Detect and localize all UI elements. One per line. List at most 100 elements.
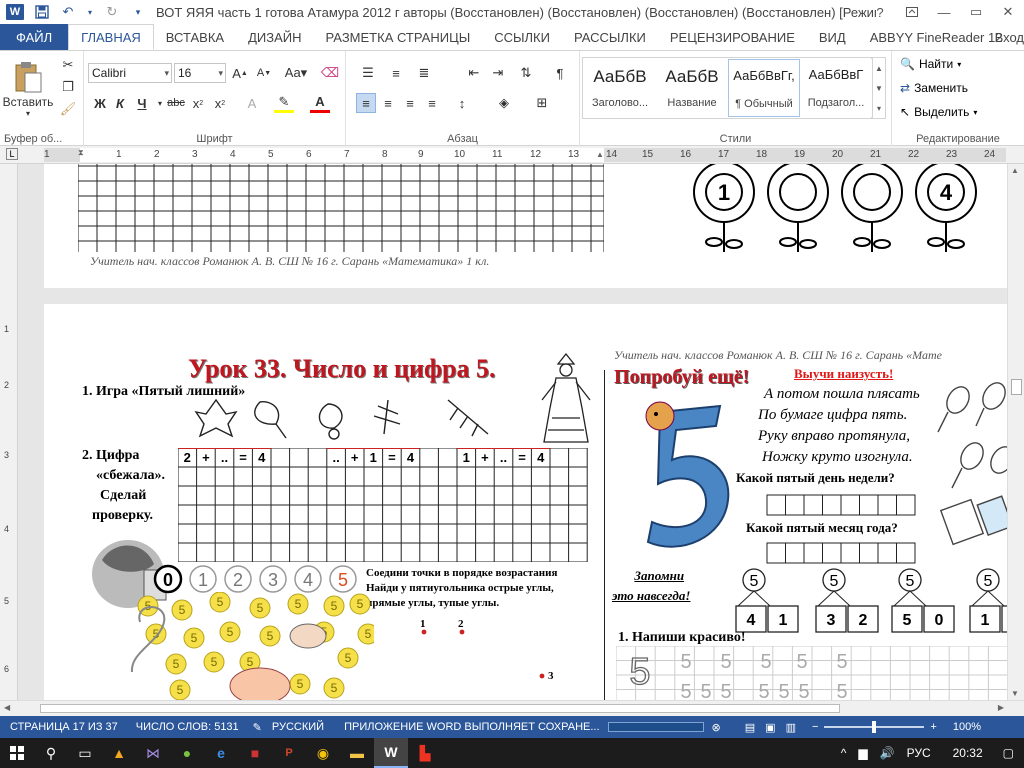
select-button[interactable]: ↖ Выделить ▾ bbox=[900, 105, 977, 119]
document-area[interactable]: Учитель нач. классов Романюк А. В. СШ № … bbox=[18, 164, 1008, 700]
tab-review[interactable]: РЕЦЕНЗИРОВАНИЕ bbox=[658, 24, 807, 50]
hscroll-thumb[interactable] bbox=[40, 704, 840, 713]
proofing-icon[interactable]: ✎ bbox=[253, 721, 262, 734]
scroll-thumb[interactable] bbox=[1011, 379, 1022, 395]
edge-icon[interactable]: e bbox=[204, 738, 238, 768]
italic-icon[interactable]: К bbox=[110, 93, 130, 113]
chrome-icon[interactable]: ◉ bbox=[306, 738, 340, 768]
action-center-icon[interactable]: ▢ bbox=[1003, 746, 1014, 760]
tab-insert[interactable]: ВСТАВКА bbox=[154, 24, 236, 50]
shading-icon[interactable]: ◈ bbox=[494, 93, 514, 113]
tab-selector-icon[interactable]: L bbox=[6, 148, 18, 160]
numbering-icon[interactable]: ≡ bbox=[386, 63, 406, 83]
shrink-font-icon[interactable]: A ▼ bbox=[254, 63, 274, 83]
strikethrough-icon[interactable]: abc bbox=[166, 93, 186, 113]
word-taskbar-icon[interactable]: W bbox=[374, 738, 408, 768]
vertical-ruler[interactable]: 1 2 3 4 5 6 bbox=[0, 164, 18, 700]
indent-marker-icon[interactable]: ⧗ bbox=[78, 148, 84, 158]
align-left-icon[interactable]: ≡ bbox=[356, 93, 376, 113]
read-mode-icon[interactable]: ▤ bbox=[745, 721, 755, 734]
replace-button[interactable]: ⇄ Заменить bbox=[900, 81, 968, 95]
volume-icon[interactable]: 🔊 bbox=[880, 746, 895, 760]
undo-icon[interactable]: ↶ bbox=[60, 4, 76, 20]
answer-boxes-2[interactable] bbox=[766, 542, 916, 564]
find-button[interactable]: 🔍 Найти ▾ bbox=[900, 57, 961, 71]
tab-mailings[interactable]: РАССЫЛКИ bbox=[562, 24, 658, 50]
clear-formatting-icon[interactable]: ⌫ bbox=[320, 63, 340, 83]
zoom-slider[interactable] bbox=[824, 721, 925, 733]
font-color-icon[interactable]: A bbox=[310, 93, 330, 113]
bullets-icon[interactable]: ☰ bbox=[358, 63, 378, 83]
powerpoint-icon[interactable]: P bbox=[272, 738, 306, 768]
highlight-icon[interactable]: ✎ bbox=[274, 93, 294, 113]
app-orange-icon[interactable]: ▲ bbox=[102, 738, 136, 768]
start-icon[interactable] bbox=[0, 738, 34, 768]
web-layout-icon[interactable]: ▥ bbox=[786, 721, 796, 734]
media-app-icon[interactable]: ■ bbox=[238, 738, 272, 768]
tab-home[interactable]: ГЛАВНАЯ bbox=[68, 24, 154, 50]
page-count[interactable]: СТРАНИЦА 17 ИЗ 37 bbox=[10, 721, 118, 733]
explorer-icon[interactable]: ▬ bbox=[340, 738, 374, 768]
subscript-icon[interactable]: x2 bbox=[188, 93, 208, 113]
style-title[interactable]: АаБбВ Название bbox=[656, 59, 728, 117]
horizontal-scrollbar[interactable]: ◀ ▶ bbox=[0, 700, 1024, 716]
tab-file[interactable]: ФАЙЛ bbox=[0, 24, 69, 50]
answer-boxes-1[interactable] bbox=[766, 494, 916, 516]
green-app-icon[interactable]: ● bbox=[170, 738, 204, 768]
styles-down-icon[interactable]: ▼ bbox=[875, 84, 883, 93]
scroll-left-icon[interactable]: ◀ bbox=[4, 703, 10, 712]
right-indent-marker-icon[interactable]: ▲ bbox=[596, 150, 604, 159]
clock[interactable]: 20:32 bbox=[953, 746, 983, 760]
customize-toolbar-icon[interactable]: ▾ bbox=[130, 4, 146, 20]
ribbon-display-button[interactable] bbox=[896, 0, 928, 24]
tray-chevron-icon[interactable]: ^ bbox=[841, 746, 847, 760]
tab-design[interactable]: ДИЗАЙН bbox=[236, 24, 313, 50]
vertical-scrollbar[interactable]: ▲ ▼ bbox=[1007, 164, 1024, 700]
text-effects-icon[interactable]: A bbox=[242, 93, 262, 113]
sort-icon[interactable]: ⇅ bbox=[516, 63, 536, 83]
word-logo-icon[interactable]: W bbox=[6, 4, 24, 20]
font-size-select[interactable]: 16 ▾ bbox=[174, 63, 226, 83]
cancel-save-icon[interactable]: ⊗ bbox=[712, 721, 721, 734]
acrobat-icon[interactable]: ▙ bbox=[408, 738, 442, 768]
styles-up-icon[interactable]: ▲ bbox=[875, 64, 883, 73]
styles-scroll[interactable]: ▲ ▼ ▾ bbox=[872, 57, 886, 119]
save-icon[interactable] bbox=[34, 4, 50, 20]
superscript-icon[interactable]: x2 bbox=[210, 93, 230, 113]
increase-indent-icon[interactable]: ⇥ bbox=[488, 63, 508, 83]
multilevel-list-icon[interactable]: ≣ bbox=[414, 63, 434, 83]
styles-more-icon[interactable]: ▾ bbox=[877, 104, 881, 113]
task-view-icon[interactable]: ▭ bbox=[68, 738, 102, 768]
bold-icon[interactable]: Ж bbox=[90, 93, 110, 113]
language[interactable]: РУССКИЙ bbox=[272, 721, 324, 733]
font-name-select[interactable]: Calibri ▾ bbox=[88, 63, 172, 83]
justify-icon[interactable]: ≡ bbox=[422, 93, 442, 113]
maximize-button[interactable]: ▭ bbox=[960, 0, 992, 24]
word-count[interactable]: ЧИСЛО СЛОВ: 5131 bbox=[136, 721, 239, 733]
grow-font-icon[interactable]: A ▲ bbox=[230, 63, 250, 83]
scroll-up-icon[interactable]: ▲ bbox=[1011, 166, 1019, 175]
scroll-down-icon[interactable]: ▼ bbox=[1011, 689, 1019, 698]
show-marks-icon[interactable]: ¶ bbox=[550, 63, 570, 83]
cut-icon[interactable]: ✂ bbox=[58, 55, 78, 75]
scroll-right-icon[interactable]: ▶ bbox=[998, 703, 1004, 712]
line-spacing-icon[interactable]: ↕ bbox=[452, 93, 472, 113]
tab-view[interactable]: ВИД bbox=[807, 24, 858, 50]
visual-studio-icon[interactable]: ⋈ bbox=[136, 738, 170, 768]
undo-dropdown-icon[interactable]: ▾ bbox=[86, 4, 94, 20]
align-center-icon[interactable]: ≡ bbox=[378, 93, 398, 113]
tab-layout[interactable]: РАЗМЕТКА СТРАНИЦЫ bbox=[314, 24, 483, 50]
paste-button[interactable]: Вставить ▾ bbox=[3, 57, 53, 121]
copy-icon[interactable]: ❐ bbox=[58, 77, 78, 97]
format-painter-icon[interactable]: 🖌 bbox=[58, 99, 78, 119]
minimize-button[interactable]: — bbox=[928, 0, 960, 24]
print-layout-icon[interactable]: ▣ bbox=[765, 721, 775, 734]
zoom-slider-thumb[interactable] bbox=[872, 721, 877, 733]
zoom-level[interactable]: 100% bbox=[953, 721, 981, 733]
style-normal[interactable]: АаБбВвГг, ¶ Обычный bbox=[728, 59, 800, 117]
sign-in-link[interactable]: Вход bbox=[995, 30, 1024, 45]
align-right-icon[interactable]: ≡ bbox=[400, 93, 420, 113]
redo-icon[interactable]: ↻ bbox=[104, 4, 120, 20]
decrease-indent-icon[interactable]: ⇤ bbox=[464, 63, 484, 83]
keyboard-language[interactable]: РУС bbox=[907, 746, 931, 760]
